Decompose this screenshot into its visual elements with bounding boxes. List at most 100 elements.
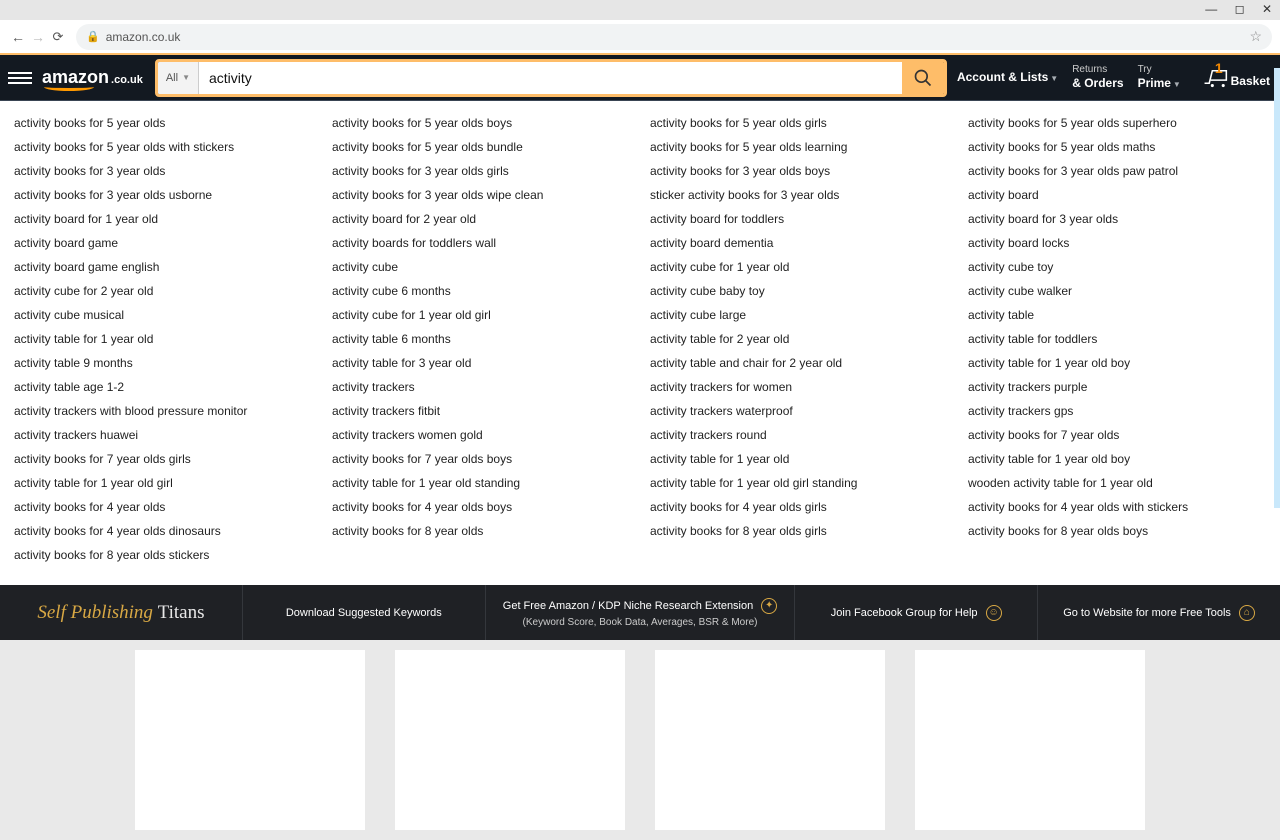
suggestion-item[interactable]: activity cube large bbox=[650, 303, 948, 327]
suggestion-item[interactable]: activity trackers waterproof bbox=[650, 399, 948, 423]
forward-button[interactable]: → bbox=[28, 29, 48, 45]
suggestion-item[interactable]: activity books for 5 year olds girls bbox=[650, 111, 948, 135]
suggestion-item[interactable]: activity table for 1 year old girl stand… bbox=[650, 471, 948, 495]
suggestion-item[interactable]: activity table for 2 year old bbox=[650, 327, 948, 351]
browser-toolbar: ← → ⟳ 🔒 amazon.co.uk ☆ bbox=[0, 20, 1280, 53]
suggestion-item[interactable]: activity table for 1 year old bbox=[650, 447, 948, 471]
suggestion-item[interactable]: activity books for 5 year olds with stic… bbox=[14, 135, 312, 159]
suggestion-item[interactable]: activity books for 8 year olds stickers bbox=[14, 543, 312, 567]
cart-count: 1 bbox=[1215, 60, 1223, 76]
suggestion-item[interactable]: activity books for 3 year olds paw patro… bbox=[968, 159, 1266, 183]
ext-download-keywords[interactable]: Download Suggested Keywords bbox=[243, 585, 486, 640]
back-button[interactable]: ← bbox=[8, 29, 28, 45]
suggestion-item[interactable]: activity board game english bbox=[14, 255, 312, 279]
suggestion-item[interactable]: activity books for 5 year olds learning bbox=[650, 135, 948, 159]
suggestion-item[interactable]: activity books for 4 year olds bbox=[14, 495, 312, 519]
amazon-logo[interactable]: amazon .co.uk bbox=[42, 67, 143, 88]
ext-brand[interactable]: Self Publishing Titans bbox=[0, 585, 243, 640]
suggestion-item[interactable]: activity table for toddlers bbox=[968, 327, 1266, 351]
suggestion-item[interactable]: activity books for 8 year olds boys bbox=[968, 519, 1266, 543]
suggestion-item[interactable]: activity books for 3 year olds girls bbox=[332, 159, 630, 183]
suggestion-item[interactable]: activity table for 1 year old bbox=[14, 327, 312, 351]
suggestion-item[interactable]: activity table 6 months bbox=[332, 327, 630, 351]
suggestion-item[interactable]: activity books for 4 year olds boys bbox=[332, 495, 630, 519]
search-button[interactable] bbox=[902, 62, 944, 94]
suggestion-item[interactable]: activity trackers for women bbox=[650, 375, 948, 399]
suggestion-item[interactable]: activity board locks bbox=[968, 231, 1266, 255]
suggestion-item[interactable]: activity table 9 months bbox=[14, 351, 312, 375]
suggestion-item[interactable]: activity board dementia bbox=[650, 231, 948, 255]
suggestion-item[interactable]: activity board game bbox=[14, 231, 312, 255]
suggestion-item[interactable]: activity books for 8 year olds bbox=[332, 519, 630, 543]
suggestion-item[interactable]: activity board for 1 year old bbox=[14, 207, 312, 231]
suggestion-item[interactable]: activity books for 5 year olds bundle bbox=[332, 135, 630, 159]
bookmark-icon[interactable]: ☆ bbox=[1249, 28, 1262, 45]
returns-link[interactable]: Returns & Orders bbox=[1072, 64, 1123, 90]
suggestion-item[interactable]: activity table for 1 year old boy bbox=[968, 351, 1266, 375]
suggestion-item[interactable]: activity boards for toddlers wall bbox=[332, 231, 630, 255]
content-card bbox=[915, 650, 1145, 830]
suggestion-item[interactable]: activity table for 1 year old standing bbox=[332, 471, 630, 495]
suggestion-item[interactable]: activity cube for 1 year old girl bbox=[332, 303, 630, 327]
suggestion-item[interactable]: activity board bbox=[968, 183, 1266, 207]
account-link[interactable]: Account & Lists▼ bbox=[957, 70, 1058, 84]
suggestion-item[interactable]: activity table age 1-2 bbox=[14, 375, 312, 399]
suggestion-item[interactable]: activity books for 3 year olds usborne bbox=[14, 183, 312, 207]
suggestion-item[interactable]: activity trackers women gold bbox=[332, 423, 630, 447]
hamburger-menu[interactable] bbox=[8, 66, 32, 90]
close-icon[interactable]: ✕ bbox=[1262, 2, 1272, 16]
suggestion-item[interactable]: activity books for 3 year olds wipe clea… bbox=[332, 183, 630, 207]
suggestion-item[interactable]: activity trackers huawei bbox=[14, 423, 312, 447]
suggestion-item[interactable]: wooden activity table for 1 year old bbox=[968, 471, 1266, 495]
suggestion-item[interactable]: activity board for 2 year old bbox=[332, 207, 630, 231]
suggestion-item[interactable]: activity books for 5 year olds bbox=[14, 111, 312, 135]
search-category-select[interactable]: All▼ bbox=[158, 62, 199, 94]
suggestion-item[interactable]: activity cube bbox=[332, 255, 630, 279]
suggestion-item[interactable]: activity books for 7 year olds girls bbox=[14, 447, 312, 471]
suggestion-item[interactable]: activity books for 5 year olds superhero bbox=[968, 111, 1266, 135]
suggestion-item[interactable]: activity books for 8 year olds girls bbox=[650, 519, 948, 543]
ext-website-link[interactable]: Go to Website for more Free Tools ⌂ bbox=[1038, 585, 1280, 640]
suggestion-item[interactable]: sticker activity books for 3 year olds bbox=[650, 183, 948, 207]
suggestion-item[interactable]: activity trackers gps bbox=[968, 399, 1266, 423]
suggestion-item[interactable]: activity books for 4 year olds dinosaurs bbox=[14, 519, 312, 543]
suggestion-item[interactable]: activity books for 3 year olds bbox=[14, 159, 312, 183]
reload-button[interactable]: ⟳ bbox=[48, 29, 68, 45]
suggestion-item[interactable]: activity books for 7 year olds boys bbox=[332, 447, 630, 471]
cart-link[interactable]: 1 Basket bbox=[1195, 66, 1270, 88]
maximize-icon[interactable]: ◻ bbox=[1235, 2, 1245, 16]
suggestion-item[interactable]: activity trackers with blood pressure mo… bbox=[14, 399, 312, 423]
suggestion-item[interactable]: activity trackers purple bbox=[968, 375, 1266, 399]
ext-get-extension[interactable]: Get Free Amazon / KDP Niche Research Ext… bbox=[486, 585, 795, 640]
suggestion-item[interactable]: activity table for 1 year old girl bbox=[14, 471, 312, 495]
suggestion-item[interactable]: activity cube for 1 year old bbox=[650, 255, 948, 279]
search-input[interactable] bbox=[199, 62, 902, 94]
scrollbar[interactable] bbox=[1274, 68, 1280, 508]
suggestion-item[interactable]: activity trackers bbox=[332, 375, 630, 399]
suggestion-item[interactable]: activity books for 7 year olds bbox=[968, 423, 1266, 447]
address-bar[interactable]: 🔒 amazon.co.uk ☆ bbox=[76, 24, 1272, 50]
suggestion-item[interactable]: activity table and chair for 2 year old bbox=[650, 351, 948, 375]
suggestion-item[interactable]: activity table for 1 year old boy bbox=[968, 447, 1266, 471]
suggestion-item[interactable]: activity books for 4 year olds with stic… bbox=[968, 495, 1266, 519]
suggestion-item[interactable]: activity cube baby toy bbox=[650, 279, 948, 303]
suggestion-item[interactable]: activity trackers round bbox=[650, 423, 948, 447]
suggestion-item[interactable]: activity books for 5 year olds boys bbox=[332, 111, 630, 135]
suggestion-item[interactable]: activity books for 4 year olds girls bbox=[650, 495, 948, 519]
suggestion-item[interactable]: activity books for 3 year olds boys bbox=[650, 159, 948, 183]
suggestion-item[interactable]: activity trackers fitbit bbox=[332, 399, 630, 423]
prime-link[interactable]: Try Prime▼ bbox=[1138, 64, 1181, 90]
suggestion-item[interactable]: activity board for 3 year olds bbox=[968, 207, 1266, 231]
ext-facebook-group[interactable]: Join Facebook Group for Help ☺ bbox=[795, 585, 1038, 640]
suggestion-item[interactable]: activity cube toy bbox=[968, 255, 1266, 279]
suggestion-item[interactable]: activity cube musical bbox=[14, 303, 312, 327]
suggestion-item[interactable]: activity board for toddlers bbox=[650, 207, 948, 231]
chevron-down-icon: ▼ bbox=[182, 73, 190, 82]
suggestion-item[interactable]: activity cube walker bbox=[968, 279, 1266, 303]
suggestion-item[interactable]: activity cube for 2 year old bbox=[14, 279, 312, 303]
suggestion-item[interactable]: activity table bbox=[968, 303, 1266, 327]
suggestion-item[interactable]: activity cube 6 months bbox=[332, 279, 630, 303]
suggestion-item[interactable]: activity table for 3 year old bbox=[332, 351, 630, 375]
suggestion-item[interactable]: activity books for 5 year olds maths bbox=[968, 135, 1266, 159]
minimize-icon[interactable]: — bbox=[1205, 2, 1217, 16]
